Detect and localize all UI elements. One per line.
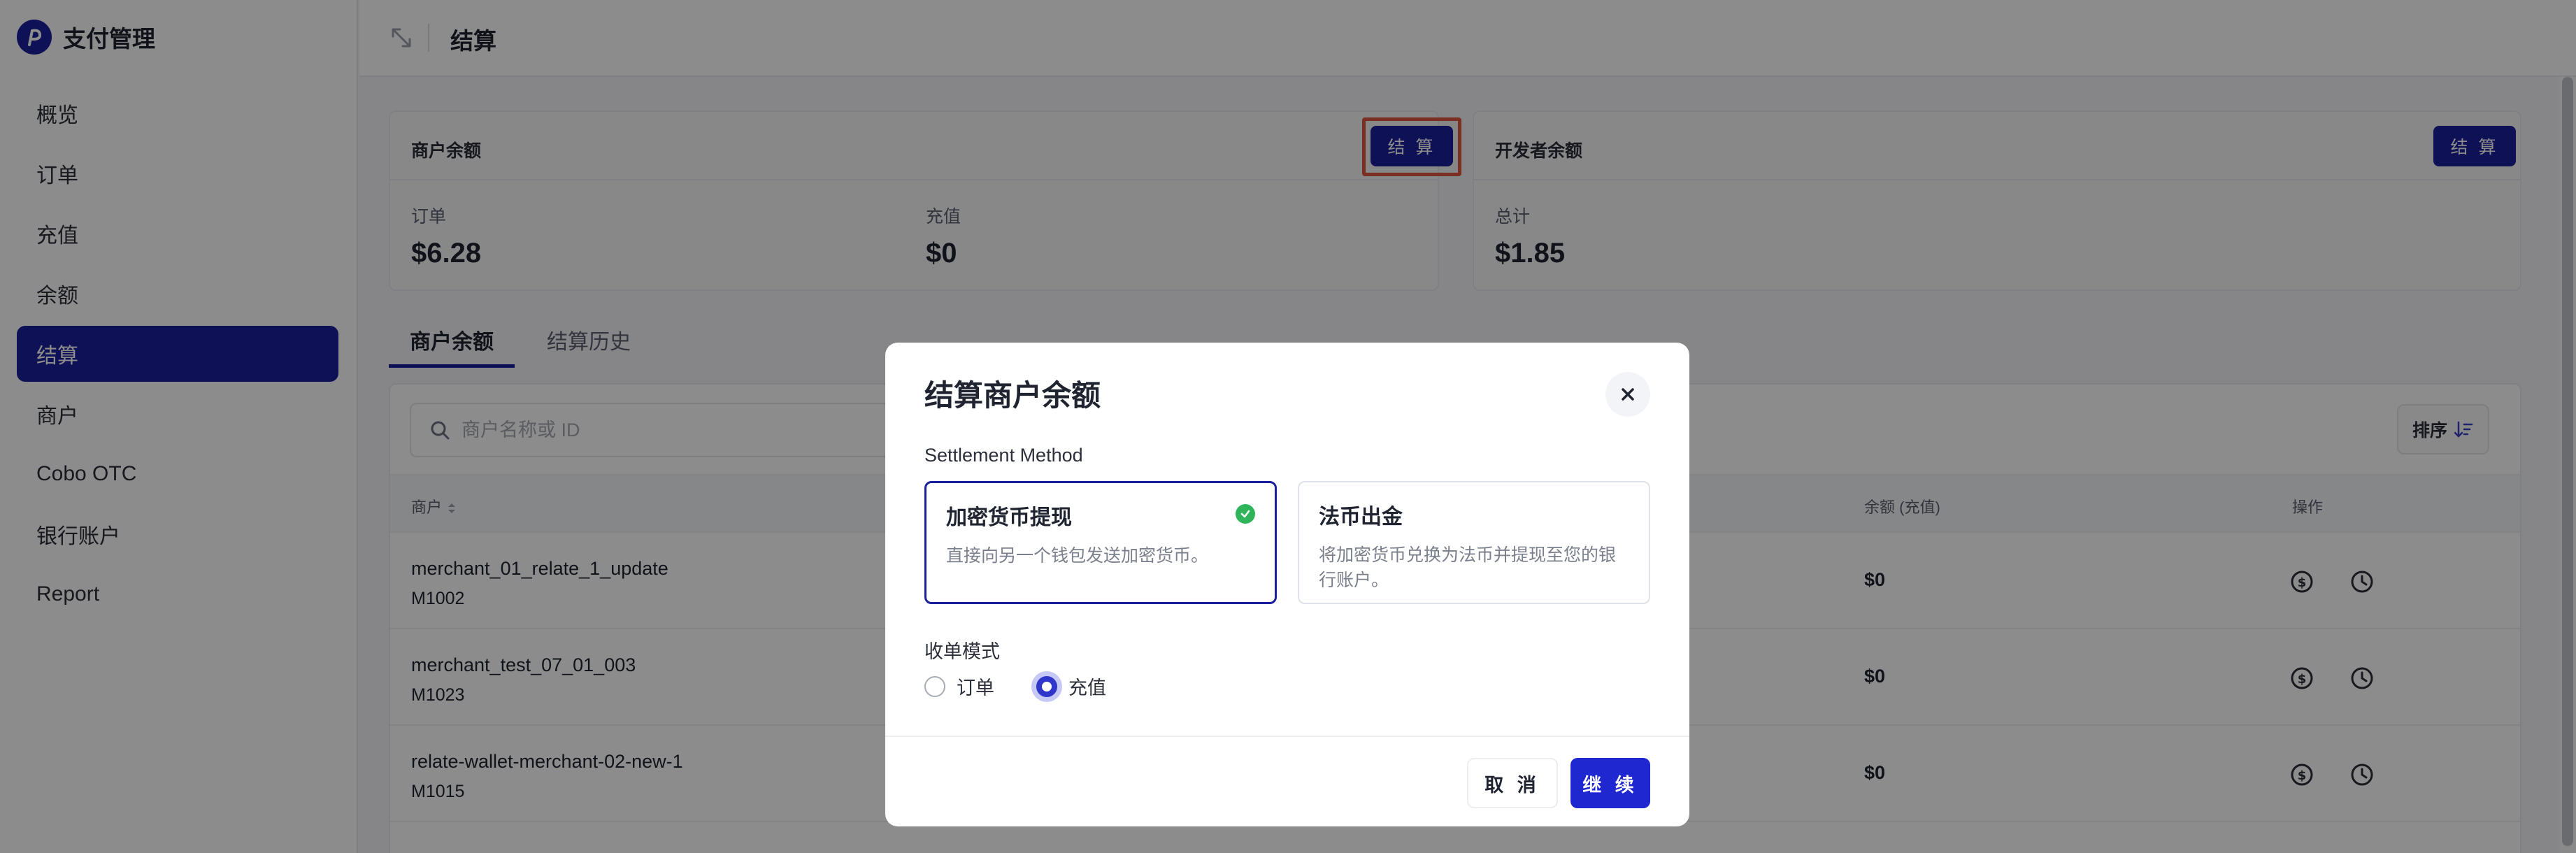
option-description: 将加密货币兑换为法币并提现至您的银行账户。 bbox=[1319, 545, 1617, 590]
option-fiat-offramp[interactable]: 法币出金 将加密货币兑换为法币并提现至您的银行账户。 bbox=[1298, 481, 1650, 604]
dialog-title: 结算商户余额 bbox=[924, 379, 1101, 412]
option-description: 直接向另一个钱包发送加密货币。 bbox=[946, 546, 1209, 566]
settle-merchant-balance-dialog: 结算商户余额 Settlement Method 加密货币提现 直接向另一个钱包… bbox=[885, 343, 1689, 826]
radio-top-up[interactable]: 充值 bbox=[1036, 673, 1106, 700]
option-crypto-withdrawal[interactable]: 加密货币提现 直接向另一个钱包发送加密货币。 bbox=[924, 481, 1277, 604]
dialog-footer: 取 消 继 续 bbox=[885, 736, 1689, 826]
radio-label: 充值 bbox=[1068, 678, 1106, 698]
settlement-method-label: Settlement Method bbox=[924, 445, 1083, 466]
option-title: 法币出金 bbox=[1319, 506, 1403, 529]
acquiring-mode-radio-group: 订单 充值 bbox=[924, 673, 1106, 700]
option-title: 加密货币提现 bbox=[946, 506, 1072, 529]
acquiring-mode-label: 收单模式 bbox=[924, 641, 1000, 662]
close-button[interactable] bbox=[1605, 372, 1650, 417]
close-icon bbox=[1622, 388, 1634, 401]
radio-label: 订单 bbox=[957, 678, 994, 698]
radio-checked-icon bbox=[1036, 675, 1057, 697]
radio-order[interactable]: 订单 bbox=[924, 673, 994, 700]
radio-unchecked-icon bbox=[924, 675, 945, 697]
cancel-button[interactable]: 取 消 bbox=[1467, 758, 1558, 808]
check-circle-icon bbox=[1236, 504, 1255, 524]
continue-button[interactable]: 继 续 bbox=[1570, 758, 1650, 808]
